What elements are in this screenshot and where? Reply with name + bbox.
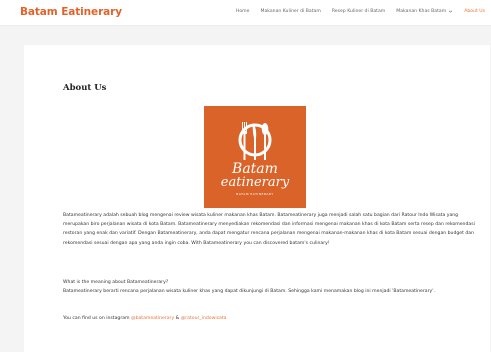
instagram-link-batameatinerary[interactable]: @batameatinerary	[131, 316, 174, 321]
nav-resep-kuliner[interactable]: Resep Kuliner di Batam	[332, 9, 385, 14]
contact-line: You can find us on instagram @batameatin…	[63, 314, 478, 323]
about-paragraph: Batameatinerary adalah sebuah blog menge…	[63, 213, 475, 246]
nav-makanan-kuliner[interactable]: Makanan Kuliner di Batam	[260, 9, 320, 14]
page-title: About Us	[63, 83, 107, 93]
nav-home[interactable]: Home	[236, 9, 250, 14]
meaning-answer: Batameatinerary berarti rencana perjalan…	[63, 289, 435, 295]
brand-logo-tagline: BATAM EATINERARY	[236, 192, 273, 196]
site-logo[interactable]: Batam Eatinerary	[20, 6, 122, 18]
fork-icon	[242, 122, 247, 160]
brand-logo-image: Batam eatinerary BATAM EATINERARY	[204, 106, 306, 208]
nav-makanan-khas-label: Makanan Khas Batam	[396, 9, 447, 14]
main-nav: Home Makanan Kuliner di Batam Resep Kuli…	[225, 9, 485, 14]
content-card: About Us Batam eatinerary BATAM EATINERA…	[24, 45, 490, 352]
meaning-paragraph: What is the meaning about Batameatinerar…	[63, 278, 478, 296]
brand-logo-text-2: eatinerary	[221, 175, 290, 190]
site-header: Batam Eatinerary Home Makanan Kuliner di…	[0, 0, 491, 26]
meaning-question: What is the meaning about Batameatinerar…	[63, 280, 169, 285]
nav-makanan-khas[interactable]: Makanan Khas Batam	[396, 9, 453, 14]
contact-prefix: You can find us on instagram	[63, 316, 131, 321]
chevron-down-icon	[448, 10, 453, 13]
nav-about-us[interactable]: About Us	[464, 9, 485, 14]
instagram-link-ratour[interactable]: @ratour_indowisata	[181, 316, 227, 321]
